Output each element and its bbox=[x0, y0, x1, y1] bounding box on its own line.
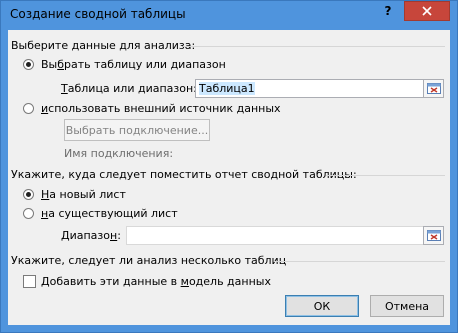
range-select-icon bbox=[426, 83, 441, 94]
data-section-heading: Выберите данные для анализа: bbox=[11, 39, 196, 52]
location-range-collapse-button[interactable] bbox=[423, 226, 444, 245]
section-divider bbox=[274, 261, 445, 262]
radio-new-sheet-label[interactable]: На новый лист bbox=[41, 188, 126, 201]
radio-existing-sheet-label[interactable]: на существующий лист bbox=[41, 207, 178, 220]
section-divider bbox=[326, 175, 445, 176]
section-divider bbox=[183, 46, 445, 47]
connection-name-label: Имя подключения: bbox=[64, 147, 174, 160]
radio-select-table-label[interactable]: Выбрать таблицу или диапазон bbox=[41, 58, 226, 71]
dialog-title: Создание сводной таблицы bbox=[10, 7, 186, 21]
radio-existing-sheet[interactable] bbox=[23, 208, 34, 219]
range-select-icon bbox=[426, 230, 441, 241]
table-range-collapse-button[interactable] bbox=[423, 79, 444, 98]
table-range-input[interactable]: Таблица1 bbox=[195, 79, 424, 98]
cancel-button[interactable]: Отмена bbox=[370, 295, 444, 317]
close-icon bbox=[422, 6, 432, 16]
radio-external-source[interactable] bbox=[23, 103, 34, 114]
location-section-heading: Укажите, куда следует поместить отчет св… bbox=[11, 168, 357, 181]
close-button[interactable] bbox=[404, 1, 450, 21]
title-bar[interactable]: Создание сводной таблицы ? bbox=[1, 1, 457, 30]
multi-section-heading: Укажите, следует ли анализ несколько таб… bbox=[11, 254, 287, 267]
pivot-table-dialog: Создание сводной таблицы ? Выберите данн… bbox=[0, 0, 458, 333]
dialog-body: Выберите данные для анализа: Выбрать таб… bbox=[8, 30, 450, 325]
help-icon: ? bbox=[384, 4, 392, 18]
help-button[interactable]: ? bbox=[375, 1, 401, 21]
location-range-input[interactable] bbox=[126, 226, 424, 245]
radio-new-sheet[interactable] bbox=[23, 189, 34, 200]
radio-select-table[interactable] bbox=[23, 59, 34, 70]
add-to-data-model-label[interactable]: Добавить эти данные в модель данных bbox=[41, 275, 271, 288]
location-range-label: Диапазон: bbox=[61, 229, 121, 242]
choose-connection-button[interactable]: Выбрать подключение... bbox=[64, 119, 210, 141]
add-to-data-model-checkbox[interactable] bbox=[23, 275, 36, 288]
table-range-label: Таблица или диапазон: bbox=[61, 82, 197, 95]
ok-button[interactable]: ОК bbox=[285, 295, 359, 317]
radio-external-source-label[interactable]: использовать внешний источник данных bbox=[41, 102, 281, 115]
